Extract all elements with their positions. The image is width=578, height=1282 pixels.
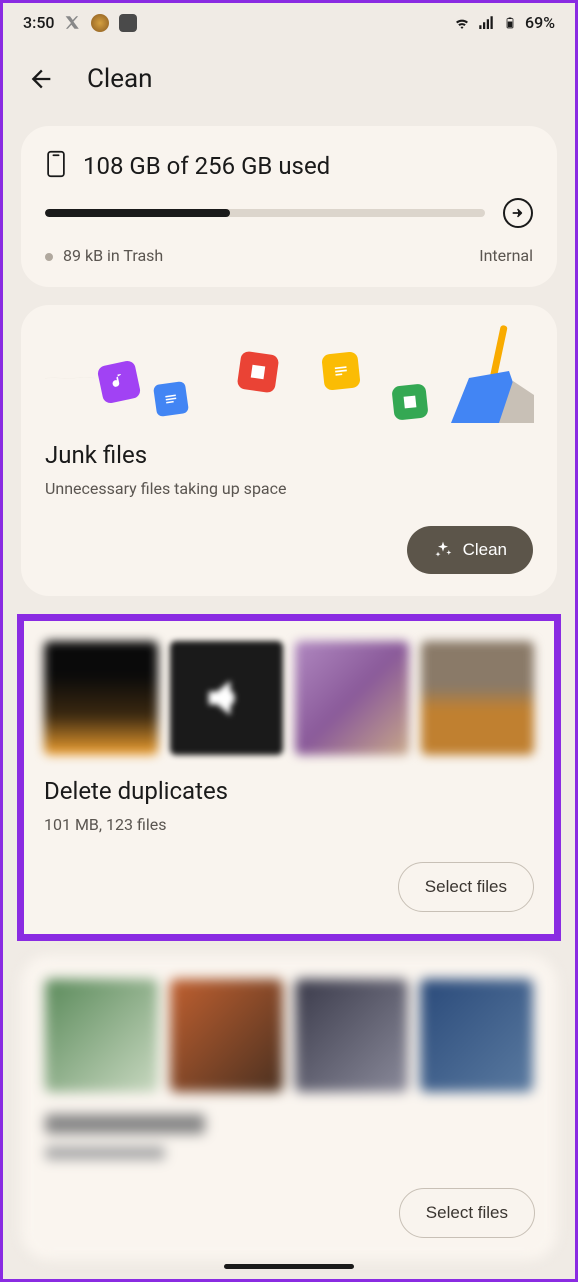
signal-icon [477,14,495,32]
speaker-icon [200,672,252,724]
junk-title: Junk files [45,441,533,469]
music-file-icon [96,359,141,404]
storage-details-button[interactable] [503,198,533,228]
dotted-line-icon [45,377,95,379]
clean-button[interactable]: Clean [407,526,533,574]
sparkle-icon [433,540,453,560]
image-file-icon [237,351,280,394]
page-title: Clean [87,64,153,94]
gesture-handle[interactable] [224,1264,354,1269]
battery-icon [501,14,519,32]
clean-button-label: Clean [463,540,507,560]
square-app-icon [119,14,137,32]
wifi-icon [453,14,471,32]
status-left: 3:50 [23,13,137,32]
memes-subtitle-placeholder [45,1146,165,1160]
junk-files-card: Junk files Unnecessary files taking up s… [21,305,557,596]
thumbnail [420,979,533,1092]
duplicates-card: Delete duplicates 101 MB, 123 files Sele… [17,614,561,941]
meme-thumbnails [45,979,533,1092]
thumbnail[interactable] [170,641,284,755]
junk-illustration [45,323,533,433]
junk-subtitle: Unnecessary files taking up space [45,479,533,498]
status-right: 69% [453,13,555,32]
circle-app-icon [91,14,109,32]
photo-file-icon [391,383,428,420]
thumbnail[interactable] [44,641,158,755]
arrow-right-icon [510,205,526,221]
storage-progress-fill [45,209,230,217]
doc-file-icon [153,381,189,417]
phone-icon [45,150,67,182]
battery-percent: 69% [525,13,555,32]
select-files-button[interactable]: Select files [398,862,534,912]
note-file-icon [321,351,361,391]
status-bar: 3:50 69% [3,3,575,40]
thumbnail [295,979,408,1092]
select-files-label: Select files [425,877,507,897]
broom-icon [439,323,539,433]
thumbnail[interactable] [295,641,409,755]
duplicate-thumbnails[interactable] [44,641,534,755]
storage-card: 108 GB of 256 GB used 89 kB in Trash Int… [21,126,557,287]
storage-location: Internal [479,246,533,265]
app-bar: Clean [3,40,575,118]
thumbnail[interactable] [421,641,535,755]
storage-progress-bar [45,209,485,217]
storage-usage-text: 108 GB of 256 GB used [83,152,330,180]
memes-title-placeholder [45,1114,205,1134]
trash-info: 89 kB in Trash [45,246,163,265]
thumbnail [170,979,283,1092]
duplicates-subtitle: 101 MB, 123 files [44,815,534,834]
select-files-label-2: Select files [426,1203,508,1223]
arrow-back-icon [27,65,55,93]
status-time: 3:50 [23,13,55,32]
back-button[interactable] [27,65,55,93]
duplicates-title: Delete duplicates [44,777,534,805]
x-app-icon [65,15,81,31]
select-files-button-2[interactable]: Select files [399,1188,535,1238]
dot-icon [45,253,53,261]
thumbnail [45,979,158,1092]
